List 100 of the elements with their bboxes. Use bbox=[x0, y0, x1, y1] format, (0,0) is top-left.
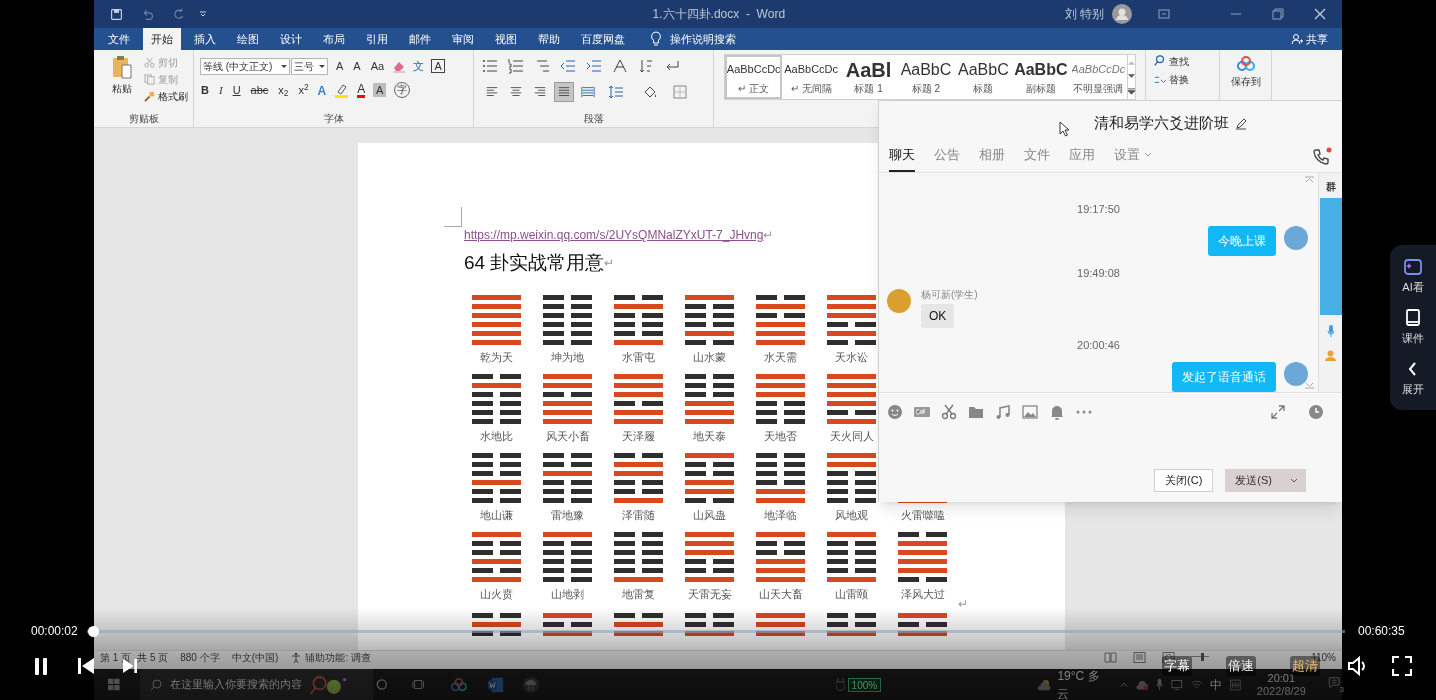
bell-icon[interactable] bbox=[1049, 404, 1065, 420]
taskbar-search-field[interactable]: 在这里输入你要搜索的内容 bbox=[139, 669, 373, 700]
progress-track[interactable] bbox=[87, 625, 1345, 637]
save-to-baidu-button[interactable]: 保存到 bbox=[1230, 56, 1261, 88]
language-indicator[interactable]: 中文(中国) bbox=[231, 652, 279, 664]
avatar-icon[interactable] bbox=[1112, 4, 1132, 24]
image-icon[interactable] bbox=[1022, 404, 1038, 420]
pause-icon[interactable] bbox=[34, 657, 48, 675]
microphone-icon[interactable] bbox=[1326, 325, 1335, 337]
paste-button[interactable]: 粘贴 bbox=[102, 50, 142, 111]
strike-button[interactable]: abc bbox=[249, 82, 270, 98]
accessibility-status[interactable]: 辅助功能: 调查 bbox=[305, 652, 371, 664]
ribbon-tab[interactable]: 引用 bbox=[358, 28, 396, 50]
weather-cloud-sun-icon[interactable] bbox=[1037, 677, 1052, 692]
phone-call-icon[interactable] bbox=[1312, 147, 1332, 167]
side-panel-button[interactable]: AI看 bbox=[1402, 257, 1424, 296]
cortana-ring-icon[interactable] bbox=[376, 678, 388, 691]
word-count[interactable]: 880 个字 bbox=[180, 652, 220, 664]
close-button[interactable]: 关闭(C) bbox=[1154, 469, 1214, 492]
share-label[interactable]: 共享 bbox=[1306, 30, 1328, 48]
ribbon-tab[interactable]: 审阅 bbox=[444, 28, 482, 50]
clock-date[interactable]: 2022/8/29 bbox=[1256, 684, 1306, 698]
page-number[interactable]: 第 1 页 bbox=[100, 652, 132, 664]
format-painter-button[interactable]: 格式刷 bbox=[144, 89, 188, 103]
player-option[interactable]: 倍速 bbox=[1226, 656, 1256, 676]
font-color-button[interactable]: A bbox=[357, 82, 366, 98]
bullets-icon[interactable] bbox=[482, 58, 498, 74]
windows-logo-icon[interactable] bbox=[108, 678, 120, 691]
clock-icon[interactable] bbox=[1308, 404, 1324, 420]
scissors-icon[interactable] bbox=[941, 404, 957, 420]
side-panel-button[interactable]: 展开 bbox=[1402, 359, 1424, 398]
decrease-indent-icon[interactable] bbox=[560, 58, 576, 74]
redo-icon[interactable] bbox=[172, 7, 185, 21]
read-mode-icon[interactable] bbox=[1103, 652, 1117, 663]
send-button[interactable]: 发送(S) bbox=[1225, 469, 1306, 492]
chat-tab[interactable]: 设置 bbox=[1114, 145, 1152, 172]
font-size-field[interactable]: 三号 bbox=[291, 57, 328, 75]
chat-tab[interactable]: 文件 bbox=[1024, 145, 1050, 172]
scroll-up-icon[interactable] bbox=[1127, 59, 1135, 65]
eraser-icon[interactable] bbox=[392, 59, 407, 73]
lightbulb-icon[interactable] bbox=[650, 31, 662, 47]
ribbon-tab[interactable]: 开始 bbox=[143, 28, 181, 50]
align-justify-button[interactable] bbox=[554, 82, 574, 102]
ribbon-tab[interactable]: 百度网盘 bbox=[573, 28, 633, 50]
gif-icon[interactable] bbox=[914, 404, 930, 420]
person-icon[interactable] bbox=[1325, 350, 1336, 361]
folder-icon[interactable] bbox=[968, 404, 984, 420]
side-panel-button[interactable]: 课件 bbox=[1402, 308, 1424, 347]
document-app-icon[interactable] bbox=[487, 675, 504, 694]
underline-button[interactable]: U bbox=[231, 82, 242, 98]
smiley-icon[interactable] bbox=[887, 404, 903, 420]
multilevel-list-icon[interactable] bbox=[534, 58, 550, 74]
chat-tab[interactable]: 聊天 bbox=[889, 145, 915, 172]
display-icon[interactable] bbox=[1171, 678, 1183, 691]
ribbon-tab[interactable]: 视图 bbox=[487, 28, 525, 50]
save-icon[interactable] bbox=[110, 7, 123, 21]
undo-icon[interactable] bbox=[141, 7, 154, 21]
chat-tab[interactable]: 公告 bbox=[934, 145, 960, 172]
grow-font-button[interactable]: A bbox=[334, 58, 346, 74]
music-note-icon[interactable] bbox=[995, 404, 1011, 420]
increase-indent-icon[interactable] bbox=[586, 58, 602, 74]
close-icon[interactable] bbox=[1314, 8, 1326, 20]
accessibility-icon[interactable] bbox=[290, 652, 303, 664]
style-swatch[interactable]: AaBbCcDc ↵ 正文 bbox=[725, 55, 783, 99]
zoom-slider-thumb[interactable] bbox=[1200, 653, 1204, 661]
asian-layout-icon[interactable] bbox=[612, 58, 628, 74]
scroll-bottom-icon[interactable] bbox=[1305, 382, 1314, 389]
weather-reading[interactable]: 19°C 多云 bbox=[1057, 666, 1106, 700]
fullscreen-icon[interactable] bbox=[1392, 656, 1412, 676]
phonetic-guide-button[interactable]: 文 bbox=[412, 58, 426, 74]
ribbon-tab[interactable]: 布局 bbox=[315, 28, 353, 50]
restore-icon[interactable] bbox=[1272, 8, 1284, 20]
pencil-icon[interactable] bbox=[1235, 117, 1247, 130]
scroll-down-icon[interactable] bbox=[1127, 73, 1135, 79]
numbering-icon[interactable] bbox=[508, 58, 524, 74]
player-option[interactable]: 字幕 bbox=[1162, 656, 1192, 676]
cloud-icon[interactable] bbox=[1135, 678, 1148, 691]
task-view-icon[interactable] bbox=[411, 678, 424, 691]
ribbon-tab[interactable]: 帮助 bbox=[530, 28, 568, 50]
ribbon-tab[interactable]: 邮件 bbox=[401, 28, 439, 50]
ribbon-tab[interactable]: 文件 bbox=[100, 28, 138, 50]
character-border-button[interactable]: A bbox=[431, 59, 446, 73]
paint-bucket-icon[interactable] bbox=[642, 84, 658, 100]
cloud-rings-icon[interactable] bbox=[450, 676, 468, 693]
ribbon-display-icon[interactable] bbox=[1158, 8, 1170, 20]
change-case-button[interactable]: Aa bbox=[368, 58, 387, 74]
gallery-more-icon[interactable] bbox=[1127, 87, 1135, 95]
expand-arrows-icon[interactable] bbox=[1271, 405, 1285, 419]
progress-handle[interactable] bbox=[88, 625, 100, 637]
sub-button[interactable]: x$_{2}$ bbox=[277, 82, 290, 98]
highlighter-icon[interactable] bbox=[334, 82, 350, 98]
customize-icon[interactable] bbox=[199, 10, 207, 18]
chat-tab[interactable]: 相册 bbox=[979, 145, 1005, 172]
text-effect-button[interactable]: A bbox=[317, 82, 327, 98]
italic-button[interactable]: I bbox=[217, 82, 224, 98]
microphone-icon[interactable] bbox=[1155, 678, 1164, 691]
hyperlink[interactable]: https://mp.weixin.qq.com/s/2UYsQMNalZYxUT-7_JHvng bbox=[464, 227, 764, 243]
share-person-icon[interactable] bbox=[1291, 33, 1303, 45]
sup-button[interactable]: x$^{2}$ bbox=[297, 82, 310, 98]
editing-button[interactable]: 查找 bbox=[1154, 54, 1189, 68]
